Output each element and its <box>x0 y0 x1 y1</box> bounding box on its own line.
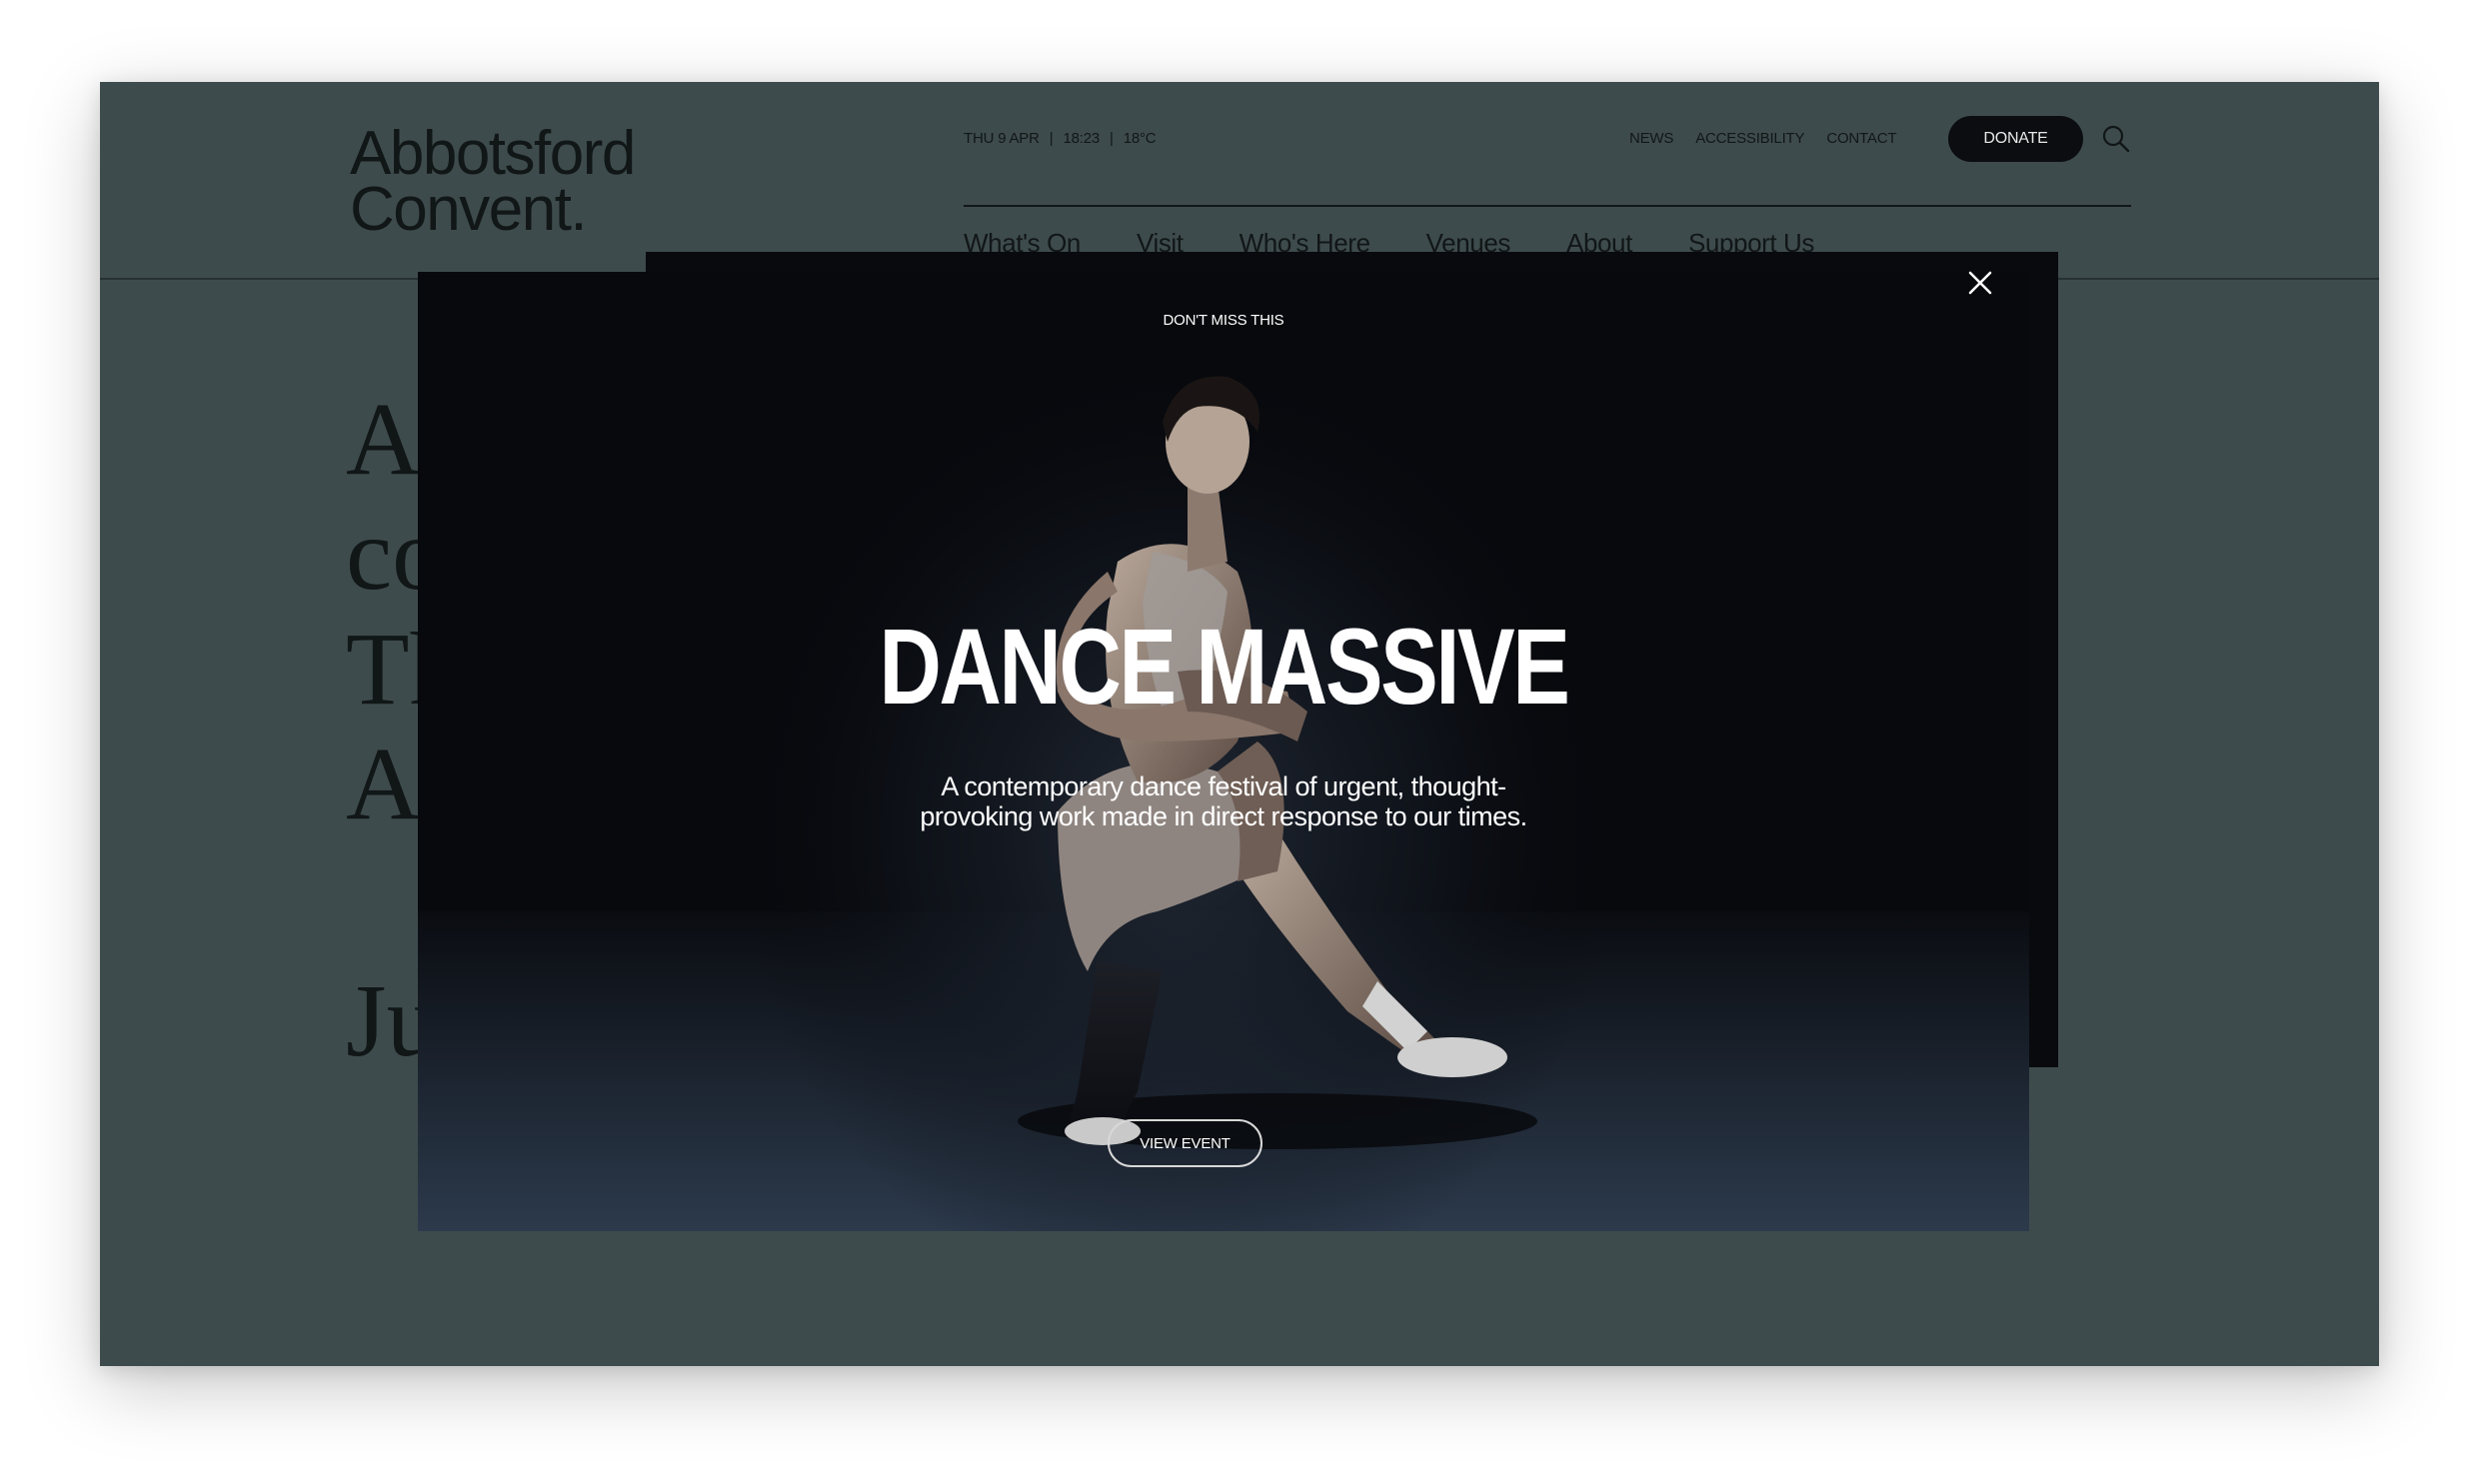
meta-time: 18:23 <box>1063 130 1100 147</box>
dancer-photo <box>418 272 2029 1231</box>
logo-line-2: Convent. <box>350 175 588 244</box>
donate-button[interactable]: DONATE <box>1948 116 2083 162</box>
header-divider <box>964 205 2131 207</box>
promo-modal: DON'T MISS THIS DANCE MASSIVE A contempo… <box>418 272 2029 1231</box>
close-icon[interactable] <box>1964 267 1996 299</box>
meta-date: THU 9 APR <box>964 130 1040 147</box>
modal-description: A contemporary dance festival of urgent,… <box>418 771 2029 831</box>
utility-nav: NEWS ACCESSIBILITY CONTACT <box>1629 130 1896 147</box>
util-link-accessibility[interactable]: ACCESSIBILITY <box>1695 130 1804 147</box>
logo-line-1: Abbotsford <box>350 119 636 188</box>
meta-separator: | <box>1109 130 1114 147</box>
modal-description-line-1: A contemporary dance festival of urgent,… <box>941 771 1506 801</box>
browser-viewport: Abbotsford Convent. THU 9 APR | 18:23 | … <box>100 82 2379 1366</box>
modal-description-line-2: provoking work made in direct response t… <box>920 801 1527 831</box>
site-logo[interactable]: Abbotsford Convent. <box>350 119 636 244</box>
search-icon[interactable] <box>2101 124 2131 154</box>
view-event-button[interactable]: VIEW EVENT <box>1108 1119 1262 1167</box>
header-meta: THU 9 APR | 18:23 | 18°C <box>964 130 1157 147</box>
util-link-contact[interactable]: CONTACT <box>1826 130 1896 147</box>
modal-eyebrow: DON'T MISS THIS <box>1163 312 1284 329</box>
util-link-news[interactable]: NEWS <box>1629 130 1673 147</box>
modal-title: DANCE MASSIVE <box>879 606 1570 727</box>
meta-separator: | <box>1049 130 1054 147</box>
meta-temperature: 18°C <box>1123 130 1157 147</box>
